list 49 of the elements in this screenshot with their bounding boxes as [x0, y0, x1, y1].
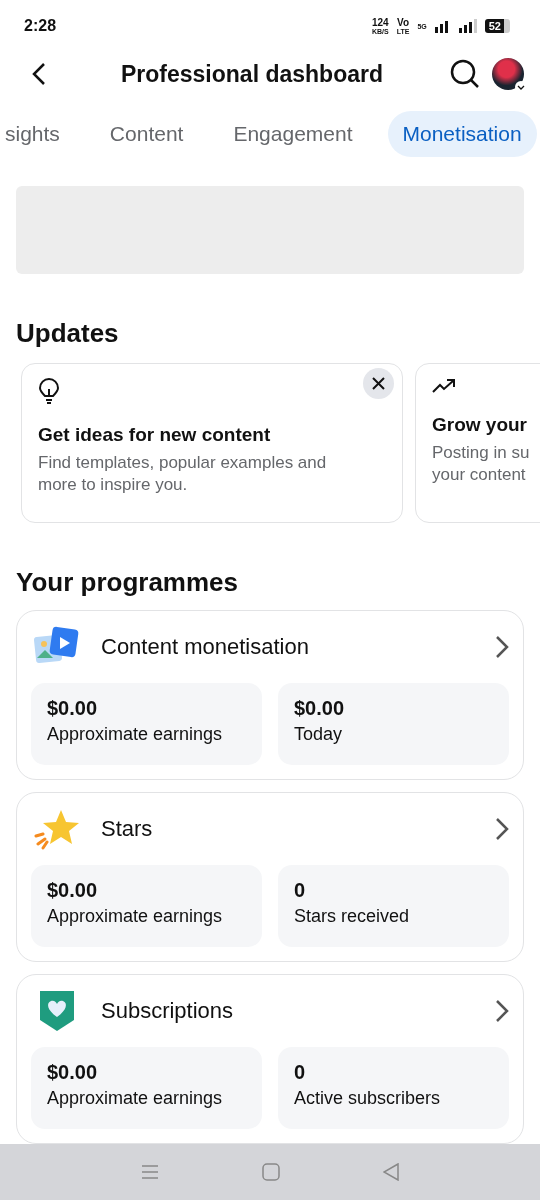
section-heading: Your programmes	[16, 567, 239, 598]
card-title: Get ideas for new content	[38, 424, 272, 446]
page-title: Professional dashboard	[120, 60, 384, 88]
stat-value: $0.00	[47, 879, 99, 902]
programme-card[interactable]: Stars $0.00 Approximate earnings 0 Stars received	[16, 792, 524, 962]
chevron-right-icon[interactable]	[495, 999, 509, 1023]
chevron-right-icon[interactable]	[495, 817, 509, 841]
programme-title: Stars	[101, 816, 154, 842]
tab[interactable]: Engagement	[218, 110, 368, 157]
data-speed: 124	[372, 17, 389, 28]
stat-value: 0	[294, 1061, 307, 1084]
card-title: Grow your	[432, 414, 528, 436]
stat-label: Active subscribers	[294, 1088, 442, 1109]
trending-up-icon	[432, 378, 456, 394]
tab[interactable]: Monetisation	[387, 110, 537, 157]
stat-value: $0.00	[294, 697, 346, 720]
stat-label: Approximate earnings	[47, 724, 224, 745]
star-icon	[33, 808, 81, 850]
lightbulb-icon	[38, 378, 60, 404]
stat-label: Stars received	[294, 906, 411, 927]
chevron-right-icon[interactable]	[495, 635, 509, 659]
tab[interactable]: sights	[0, 110, 75, 157]
back-icon	[32, 62, 46, 86]
stat-label: Today	[294, 724, 344, 745]
stat-value: $0.00	[47, 1061, 99, 1084]
profile-avatar[interactable]	[492, 58, 524, 90]
battery-level: 52	[484, 19, 510, 34]
tab[interactable]: Content	[94, 110, 199, 157]
update-card[interactable]: Get ideas for new content Find templates, popular examples and more to inspire you.	[21, 363, 403, 523]
clock: 2:28	[24, 17, 57, 36]
stat-label: Approximate earnings	[47, 906, 224, 927]
programme-title: Content monetisation	[101, 634, 310, 660]
close-icon	[372, 377, 385, 390]
update-card[interactable]: Grow your Posting in su your content	[415, 363, 540, 523]
search-icon	[450, 59, 480, 89]
section-heading: Updates	[16, 318, 120, 349]
volte-label: Vo	[397, 17, 410, 28]
card-description-line: your content	[432, 464, 527, 486]
programme-card[interactable]: Subscriptions $0.00 Approximate earnings 0 Active subscribers	[16, 974, 524, 1144]
programme-card[interactable]: Content monetisation $0.00 Approximate earnings $0.00 Today	[16, 610, 524, 780]
stat-value: $0.00	[47, 697, 99, 720]
stat-value: 0	[294, 879, 307, 902]
signal-icon	[458, 19, 477, 34]
card-description-line: Posting in su	[432, 442, 531, 464]
signal-icon	[434, 19, 451, 34]
stat-label: Approximate earnings	[47, 1088, 224, 1109]
card-description: Find templates, popular examples and more to inspire you.	[38, 452, 328, 496]
programme-title: Subscriptions	[101, 998, 235, 1024]
close-button[interactable]	[363, 368, 394, 399]
